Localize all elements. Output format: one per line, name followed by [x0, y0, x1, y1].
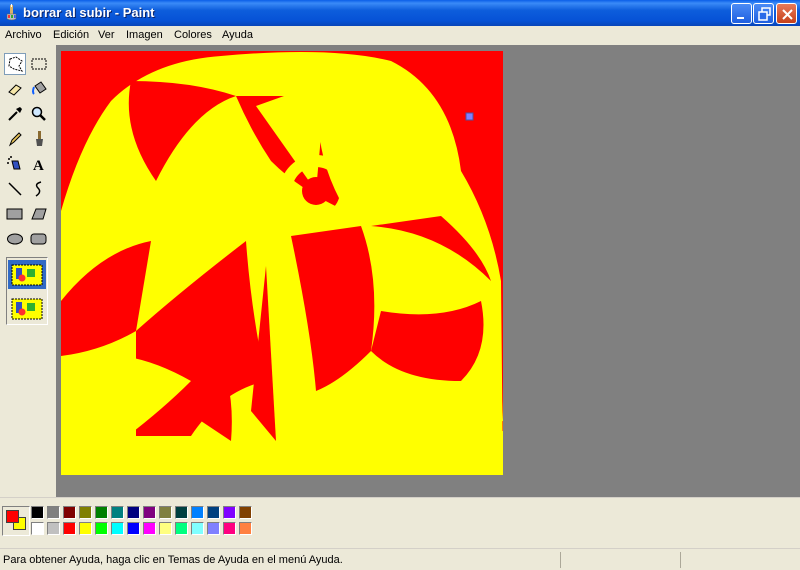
- minimize-icon: [737, 17, 744, 19]
- rect-select-tool[interactable]: [28, 53, 50, 75]
- transparent-selection-icon: [11, 298, 43, 320]
- menu-imagen[interactable]: Imagen: [126, 29, 163, 41]
- fill-tool-icon: [32, 81, 47, 95]
- palette-swatch[interactable]: [239, 522, 252, 535]
- rectangle-tool[interactable]: [4, 203, 26, 225]
- fill-tool[interactable]: [28, 78, 50, 100]
- line-tool[interactable]: [4, 178, 26, 200]
- pencil-tool[interactable]: [4, 128, 26, 150]
- menu-edicion[interactable]: Edición: [53, 29, 89, 41]
- palette-swatch[interactable]: [143, 522, 156, 535]
- menu-ver[interactable]: Ver: [98, 29, 115, 41]
- brush-tool[interactable]: [28, 128, 50, 150]
- palette-swatch[interactable]: [223, 522, 236, 535]
- menu-archivo[interactable]: Archivo: [5, 29, 42, 41]
- magnifier-tool[interactable]: [28, 103, 50, 125]
- airbrush-tool-icon: [7, 156, 21, 170]
- palette-swatch[interactable]: [79, 522, 92, 535]
- menu-colores[interactable]: Colores: [174, 29, 212, 41]
- rect-select-tool-icon: [31, 58, 47, 70]
- current-colors: [2, 506, 30, 536]
- magnifier-tool-icon: [31, 106, 46, 121]
- rounded-rect-tool[interactable]: [28, 228, 50, 250]
- paint-app-icon: [6, 4, 17, 21]
- palette-swatch[interactable]: [63, 522, 76, 535]
- palette-swatch[interactable]: [111, 522, 124, 535]
- palette-swatch[interactable]: [175, 522, 188, 535]
- status-divider: [680, 552, 681, 568]
- tool-options-panel: [6, 257, 48, 325]
- window-title: borrar al subir - Paint: [23, 5, 155, 20]
- palette-swatch[interactable]: [207, 506, 220, 519]
- curve-tool-icon: [35, 181, 42, 197]
- palette-swatch[interactable]: [95, 506, 108, 519]
- ellipse-tool[interactable]: [4, 228, 26, 250]
- restore-button[interactable]: [753, 3, 774, 24]
- workspace: [56, 45, 800, 497]
- free-select-tool[interactable]: [4, 53, 26, 75]
- close-icon: [782, 9, 793, 20]
- pencil-tool-icon: [8, 132, 22, 147]
- opaque-option[interactable]: [8, 260, 46, 289]
- brush-tool-icon: [36, 131, 43, 146]
- palette-swatch[interactable]: [127, 522, 140, 535]
- palette-swatch[interactable]: [47, 522, 60, 535]
- polygon-tool[interactable]: [28, 203, 50, 225]
- svg-text:A: A: [33, 158, 44, 174]
- palette-swatch[interactable]: [47, 506, 60, 519]
- eraser-tool[interactable]: [4, 78, 26, 100]
- color-palette: [0, 497, 800, 547]
- palette-swatch[interactable]: [191, 522, 204, 535]
- close-button[interactable]: [776, 3, 797, 24]
- minimize-button[interactable]: [731, 3, 752, 24]
- status-help-text: Para obtener Ayuda, haga clic en Temas d…: [3, 554, 343, 566]
- menu-bar: Archivo Edición Ver Imagen Colores Ayuda: [0, 26, 800, 46]
- line-tool-icon: [8, 182, 22, 196]
- palette-swatch[interactable]: [143, 506, 156, 519]
- rectangle-tool-icon: [6, 208, 23, 220]
- drawing-canvas[interactable]: [61, 51, 503, 475]
- status-divider: [560, 552, 561, 568]
- opaque-selection-icon: [11, 264, 43, 286]
- palette-swatch[interactable]: [111, 506, 124, 519]
- palette-swatch[interactable]: [159, 522, 172, 535]
- palette-swatch[interactable]: [191, 506, 204, 519]
- polygon-tool-icon: [31, 208, 47, 220]
- palette-swatch[interactable]: [63, 506, 76, 519]
- title-bar[interactable]: borrar al subir - Paint: [0, 0, 800, 26]
- menu-ayuda[interactable]: Ayuda: [222, 29, 253, 41]
- text-tool[interactable]: A: [28, 153, 50, 175]
- airbrush-tool[interactable]: [4, 153, 26, 175]
- palette-swatch[interactable]: [207, 522, 220, 535]
- toolbox: A: [0, 45, 56, 497]
- ellipse-tool-icon: [7, 233, 23, 245]
- transparent-option[interactable]: [8, 294, 46, 323]
- color-picker-tool-icon: [8, 107, 22, 121]
- palette-swatch[interactable]: [79, 506, 92, 519]
- palette-swatch[interactable]: [95, 522, 108, 535]
- text-tool-icon: A: [33, 158, 44, 174]
- free-select-tool-icon: [8, 56, 24, 72]
- foreground-color-swatch: [6, 510, 19, 523]
- palette-swatch[interactable]: [31, 506, 44, 519]
- status-bar: Para obtener Ayuda, haga clic en Temas d…: [0, 548, 800, 570]
- palette-swatch[interactable]: [159, 506, 172, 519]
- curve-tool[interactable]: [28, 178, 50, 200]
- palette-swatch[interactable]: [239, 506, 252, 519]
- color-picker-tool[interactable]: [4, 103, 26, 125]
- palette-swatch[interactable]: [127, 506, 140, 519]
- eraser-tool-icon: [8, 84, 22, 96]
- rounded-rect-tool-icon: [30, 233, 47, 245]
- restore-icon: [758, 7, 771, 21]
- palette-swatch[interactable]: [223, 506, 236, 519]
- palette-swatch[interactable]: [175, 506, 188, 519]
- palette-swatch[interactable]: [31, 522, 44, 535]
